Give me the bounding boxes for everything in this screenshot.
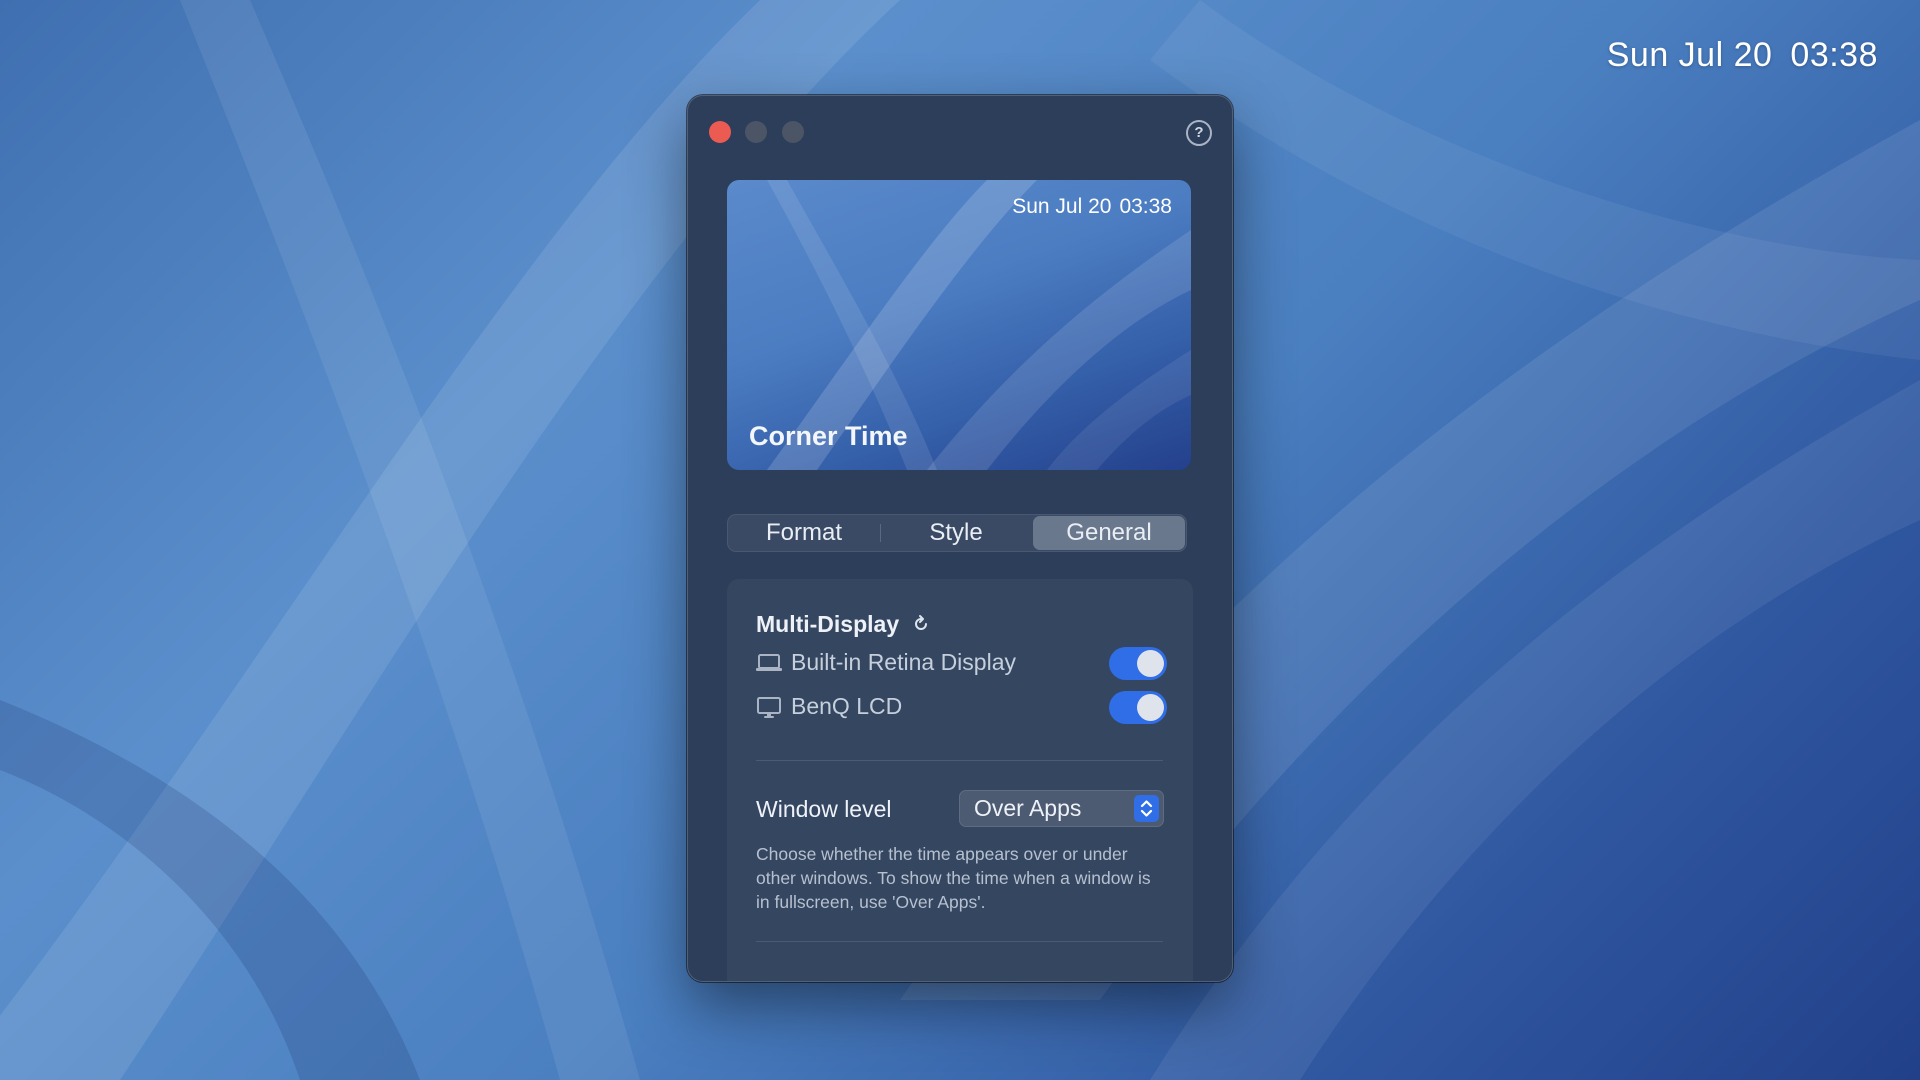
preview-card: Sun Jul 20 03:38 Corner Time [727, 180, 1191, 470]
tab-format[interactable]: Format [728, 515, 880, 551]
display-label-builtin: Built-in Retina Display [791, 649, 1016, 675]
settings-window: ? Sun Jul 20 03:38 Corner Time Format Sty… [687, 95, 1233, 982]
window-level-description: Choose whether the time appears over or … [756, 844, 1151, 912]
app-title: Corner Time [749, 421, 908, 451]
updown-chevron-icon [1134, 795, 1159, 822]
multi-display-title: Multi-Display [756, 611, 900, 637]
toggle-benq-display[interactable] [1109, 691, 1167, 724]
help-icon: ? [1194, 124, 1204, 141]
window-level-select[interactable]: Over Apps [959, 790, 1164, 827]
toggle-builtin-display[interactable] [1109, 647, 1167, 680]
window-level-label: Window level [756, 796, 892, 822]
zoom-button[interactable] [782, 121, 804, 143]
tab-general[interactable]: General [1033, 516, 1185, 550]
section-divider [756, 760, 1163, 761]
window-level-value: Over Apps [974, 795, 1082, 821]
laptop-icon [756, 654, 782, 671]
refresh-icon[interactable] [911, 614, 931, 634]
display-label-benq: BenQ LCD [791, 693, 903, 719]
preview-clock-time: 03:38 [1119, 195, 1172, 218]
section-divider [756, 941, 1163, 942]
toggle-knob [1137, 650, 1164, 677]
desktop-clock: Sun Jul 20 03:38 [1607, 36, 1878, 75]
desktop-clock-date: Sun Jul 20 [1606, 36, 1773, 74]
close-button[interactable] [709, 121, 731, 143]
tab-style[interactable]: Style [880, 515, 1032, 551]
desktop-clock-time: 03:38 [1790, 36, 1878, 74]
preview-clock-date: Sun Jul 20 [1012, 195, 1112, 218]
display-row-builtin: Built-in Retina Display [755, 645, 1167, 681]
monitor-icon [757, 697, 781, 718]
display-row-benq: BenQ LCD [755, 689, 1167, 725]
help-button[interactable]: ? [1186, 120, 1212, 146]
minimize-button[interactable] [745, 121, 767, 143]
general-settings-panel: Multi-Display Built-in Retina Display Be… [727, 579, 1193, 981]
tab-bar: Format Style General [727, 514, 1187, 552]
toggle-knob [1137, 694, 1164, 721]
preview-clock: Sun Jul 20 03:38 [1012, 195, 1172, 219]
